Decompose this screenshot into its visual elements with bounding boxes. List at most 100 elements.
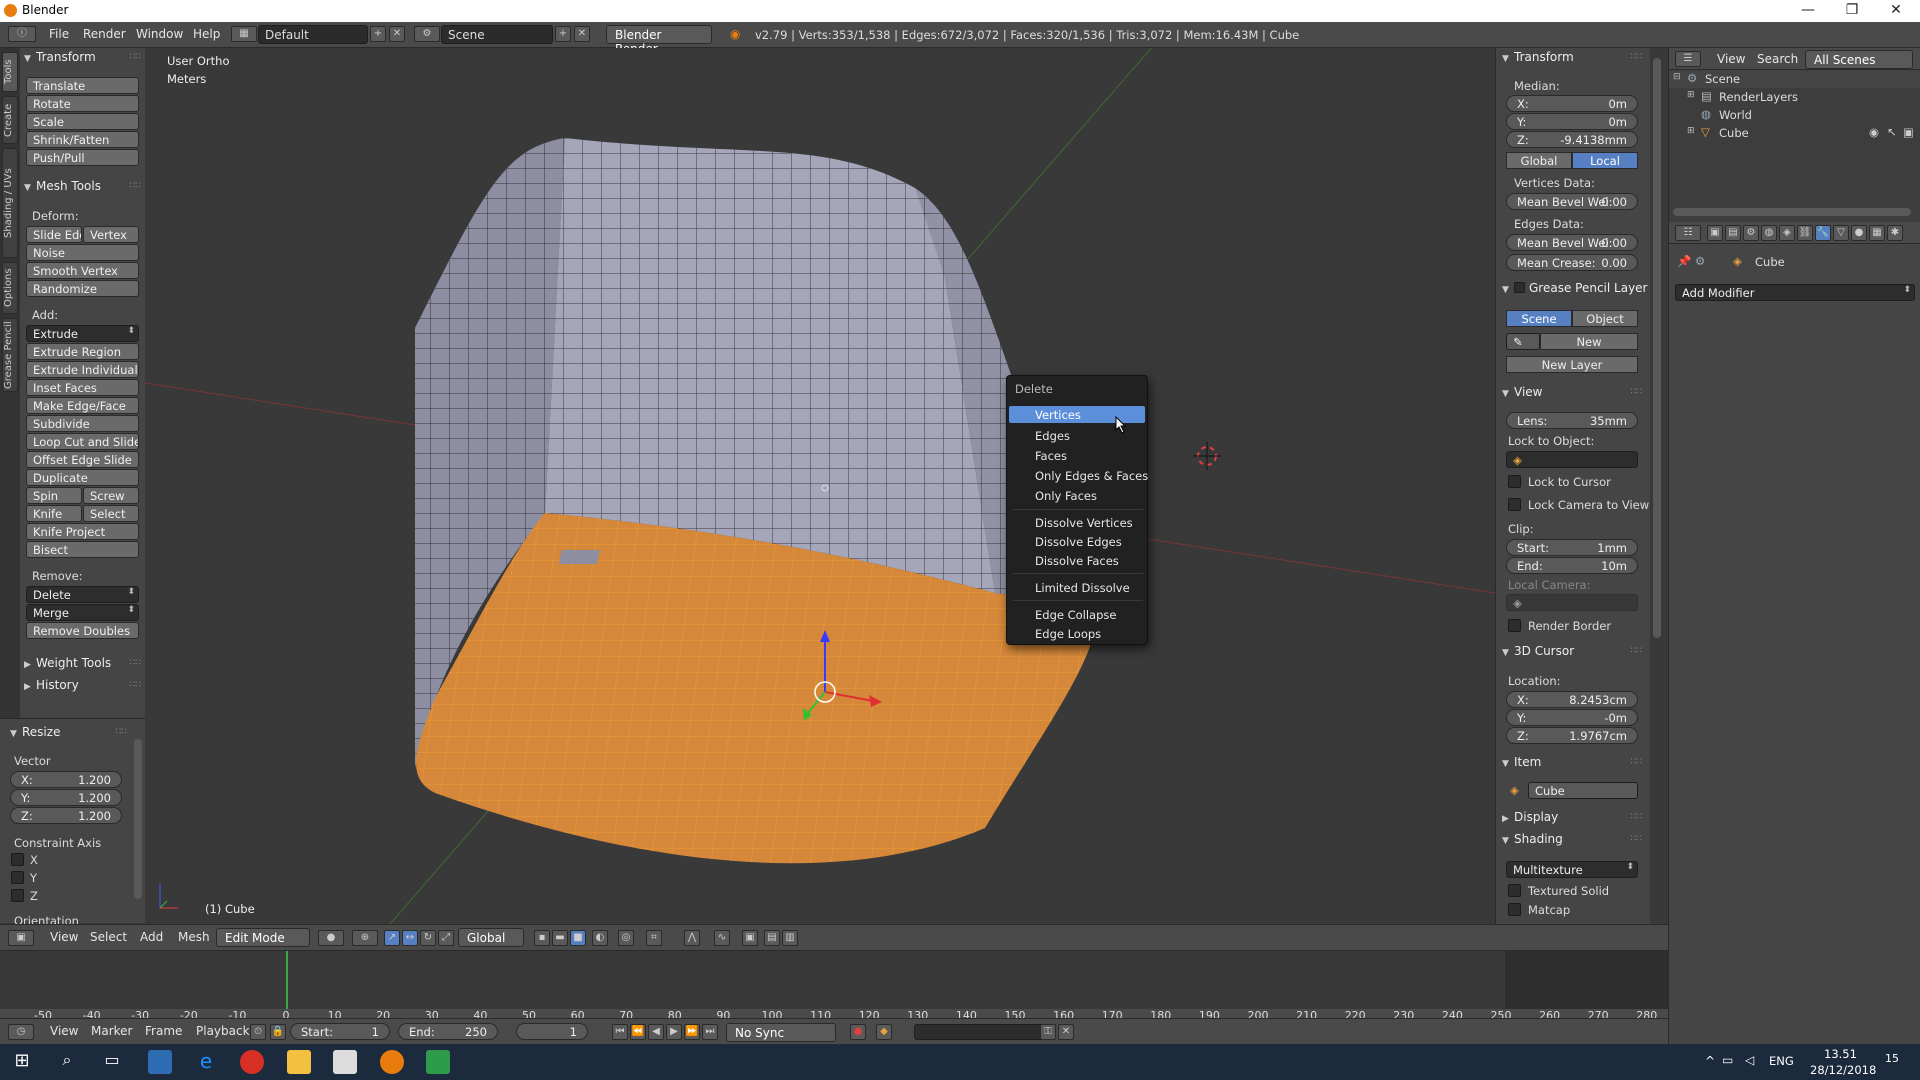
pivot-point-icon[interactable]: ⊕ [352, 930, 378, 946]
maximize-button[interactable]: ❐ [1830, 0, 1874, 22]
gp-object-toggle[interactable]: Object [1572, 310, 1638, 327]
layout-field[interactable]: Default [258, 25, 368, 44]
rotate-button[interactable]: Rotate [26, 95, 139, 112]
matcap-checkbox[interactable] [1508, 903, 1521, 916]
mail-icon[interactable] [333, 1050, 357, 1074]
mesh-menu[interactable]: Mesh [178, 930, 210, 944]
median-z-field[interactable]: Z: -9.4138mm [1506, 131, 1638, 148]
cursor-x-field[interactable]: X: 8.2453cm [1506, 691, 1638, 708]
blender-taskbar-icon[interactable] [380, 1050, 404, 1074]
new-layer-button[interactable]: New Layer [1506, 356, 1638, 373]
constraint-x-checkbox[interactable] [11, 853, 24, 866]
editor-type-info-icon[interactable]: ⓘ [8, 26, 36, 42]
material-tab-icon[interactable]: ● [1851, 225, 1867, 241]
panel-grease-pencil-header[interactable]: ▼ Grease Pencil Layer [1502, 281, 1648, 295]
outliner-view-menu[interactable]: View [1717, 52, 1745, 66]
clip-end-field[interactable]: End: 10m [1506, 557, 1638, 574]
global-toggle[interactable]: Global [1506, 152, 1572, 169]
task-view-icon[interactable]: ▭ [100, 1050, 124, 1074]
play-icon[interactable]: ▶ [666, 1024, 682, 1040]
3d-viewport[interactable]: User Ortho Meters (1) Cube [145, 48, 1495, 924]
vertex-select-icon[interactable]: ▪ [534, 930, 550, 946]
delete-dropdown[interactable]: Delete ⬍ [26, 586, 139, 603]
render-border-checkbox[interactable] [1508, 619, 1521, 632]
proportional-edit-icon[interactable]: ◎ [618, 930, 634, 946]
noise-button[interactable]: Noise [26, 244, 139, 261]
grip-icon[interactable]: ∷∷ [1631, 812, 1642, 822]
make-edge-face-button[interactable]: Make Edge/Face [26, 397, 139, 414]
render-tab-icon[interactable]: ▣ [1707, 225, 1723, 241]
pin-icon[interactable]: 📌 [1677, 254, 1691, 268]
delete-key-icon[interactable]: ✕ [1058, 1024, 1074, 1040]
select-arrow-icon[interactable]: ↖ [1887, 125, 1897, 139]
panel-3d-cursor-header[interactable]: ▼ 3D Cursor [1502, 644, 1574, 658]
local-camera-field[interactable]: ◈ [1506, 594, 1638, 611]
menu-render[interactable]: Render [83, 27, 126, 41]
extrude-region-button[interactable]: Extrude Region [26, 343, 139, 360]
outliner-search-menu[interactable]: Search [1757, 52, 1798, 66]
menu-item-faces[interactable]: Faces [1035, 449, 1067, 463]
npanel-scrollbar[interactable] [1653, 58, 1661, 638]
outliner-row-renderlayers[interactable]: ⊞ ▤ RenderLayers [1669, 88, 1920, 106]
menu-item-only-faces[interactable]: Only Faces [1035, 489, 1097, 503]
add-menu[interactable]: Add [140, 930, 163, 944]
knife-select-button[interactable]: Select [83, 505, 139, 522]
grip-icon[interactable]: ∷∷ [1631, 834, 1642, 844]
grease-pencil-checkbox[interactable] [1514, 282, 1525, 293]
jump-start-icon[interactable]: ⏮ [612, 1024, 628, 1040]
menu-item-limited-dissolve[interactable]: Limited Dissolve [1035, 581, 1130, 595]
duplicate-button[interactable]: Duplicate [26, 469, 139, 486]
opengl-anim-icon[interactable]: ▥ [782, 930, 798, 946]
expand-icon[interactable]: ⊞ [1687, 126, 1695, 136]
menu-item-edges[interactable]: Edges [1035, 429, 1070, 443]
current-frame-field[interactable]: 1 [516, 1023, 588, 1040]
gp-new-button[interactable]: New [1540, 333, 1638, 350]
file-explorer-icon[interactable] [287, 1050, 311, 1074]
tl-marker-menu[interactable]: Marker [91, 1024, 132, 1038]
panel-view-header[interactable]: ▼ View [1502, 385, 1542, 399]
snap-element-icon[interactable]: ⌗ [646, 930, 662, 946]
render-camera-icon[interactable]: ▣ [1903, 125, 1914, 139]
constraint-y-checkbox[interactable] [11, 871, 24, 884]
grip-icon[interactable]: ∷∷ [130, 658, 141, 668]
panel-history-header[interactable]: ▶ History [24, 678, 79, 692]
loop-cut-button[interactable]: Loop Cut and Slide [26, 433, 139, 450]
scale-button[interactable]: Scale [26, 113, 139, 130]
operator-resize-header[interactable]: ▼ Resize [10, 725, 60, 739]
offset-edge-slide-button[interactable]: Offset Edge Slide [26, 451, 139, 468]
panel-mesh-tools-header[interactable]: ▼ Mesh Tools [24, 179, 101, 193]
gp-pencil-icon[interactable]: ✎ [1506, 333, 1540, 350]
clock-time[interactable]: 13.51 [1824, 1047, 1857, 1061]
scene-field[interactable]: Scene [441, 25, 553, 44]
timeline[interactable]: -50 -40 -30 -20 -10 0 10 20 30 40 50 60 70 80 90 100 110… [0, 950, 1668, 1028]
windows-start-icon[interactable]: ⊞ [10, 1050, 34, 1074]
manipulator-icon[interactable]: ↗ [384, 930, 400, 946]
bisect-button[interactable]: Bisect [26, 541, 139, 558]
tab-shading-uvs[interactable]: Shading / UVs [2, 148, 18, 258]
face-select-icon[interactable]: ■ [570, 930, 586, 946]
scene-icon[interactable]: ⚙ [414, 26, 440, 42]
grip-icon[interactable]: ∷∷ [130, 52, 141, 62]
scale-manip-icon[interactable]: ⤢ [438, 930, 454, 946]
tab-create[interactable]: Create [2, 96, 18, 144]
notification-icon[interactable]: 15 [1880, 1052, 1904, 1072]
grip-icon[interactable]: ∷∷ [1631, 387, 1642, 397]
sculpt-icon[interactable]: ∿ [714, 930, 730, 946]
menu-window[interactable]: Window [136, 27, 183, 41]
mean-bevel-vertex-field[interactable]: Mean Bevel Wei: 0.00 [1506, 193, 1638, 210]
tl-frame-menu[interactable]: Frame [145, 1024, 182, 1038]
edge-browser-icon[interactable]: e [194, 1050, 218, 1074]
snap-icon[interactable]: ⋀ [684, 930, 700, 946]
modifiers-tab-icon[interactable]: 🔧 [1815, 225, 1831, 241]
tl-view-menu[interactable]: View [50, 1024, 78, 1038]
lock-icon[interactable]: 🔒 [270, 1024, 286, 1040]
panel-item-header[interactable]: ▼ Item [1502, 755, 1541, 769]
median-x-field[interactable]: X: 0m [1506, 95, 1638, 112]
slide-edge-button[interactable]: Slide Edg [26, 226, 82, 243]
object-tab-icon[interactable]: ◈ [1779, 225, 1795, 241]
preview-range-icon[interactable]: ⏲ [250, 1024, 266, 1040]
shrink-fatten-button[interactable]: Shrink/Fatten [26, 131, 139, 148]
constraint-z-checkbox[interactable] [11, 889, 24, 902]
translate-button[interactable]: Translate [26, 77, 139, 94]
outliner-row-scene[interactable]: ⊟ ⚙ Scene [1669, 70, 1920, 88]
